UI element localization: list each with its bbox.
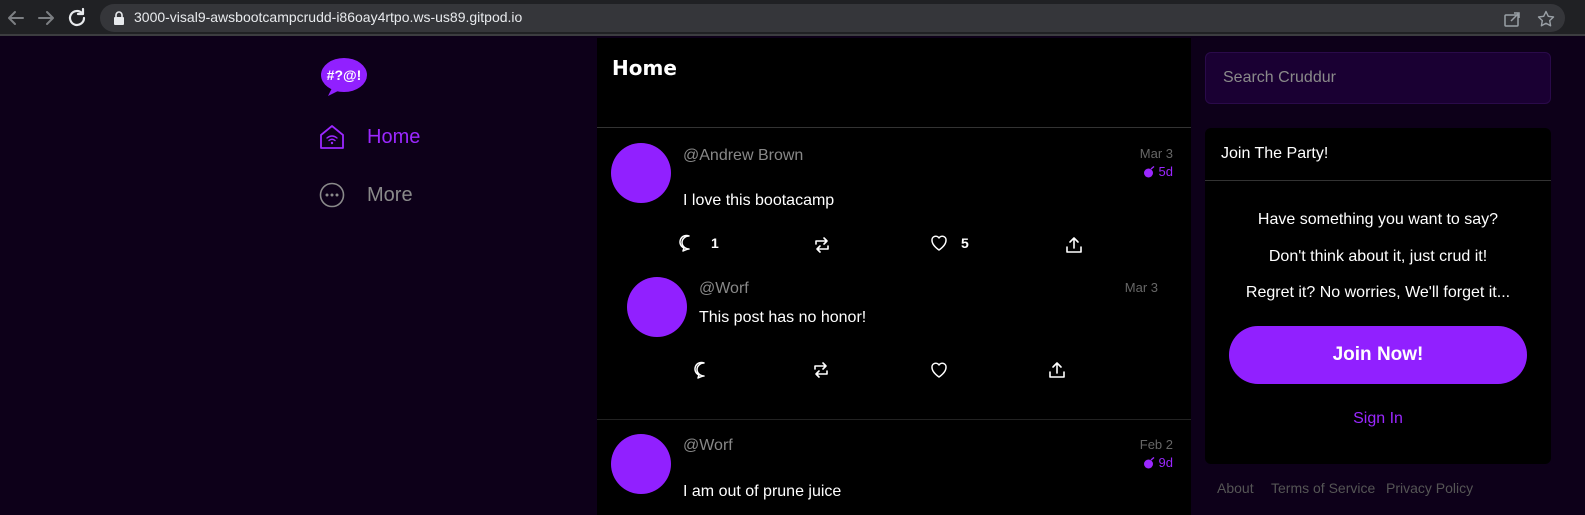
footer-terms-link[interactable]: Terms of Service xyxy=(1271,480,1375,496)
reply-avatar[interactable] xyxy=(627,277,687,337)
feed-header: Home xyxy=(597,38,1191,128)
post-message: I love this bootacamp xyxy=(683,192,835,209)
address-bar[interactable]: 3000-visal9-awsbootcampcrudd-i86oay4rtpo… xyxy=(100,4,1565,32)
cruddur-logo[interactable]: #?@! xyxy=(320,56,368,96)
avatar[interactable] xyxy=(611,434,671,494)
post-date: Feb 2 xyxy=(1139,437,1173,452)
nav-more-label: More xyxy=(367,183,413,206)
reply-date: Mar 3 xyxy=(1124,280,1158,295)
reply-count: 1 xyxy=(711,235,719,251)
sign-in-link[interactable]: Sign In xyxy=(1205,410,1551,428)
reply-button[interactable]: 1 xyxy=(679,233,719,253)
post-expiry: 9d xyxy=(1143,455,1173,470)
post-expiry-label: 5d xyxy=(1158,164,1173,179)
join-now-button[interactable]: Join Now! xyxy=(1229,326,1527,384)
share-button[interactable] xyxy=(1064,235,1084,255)
join-party-panel: Join The Party! Have something you want … xyxy=(1205,128,1551,464)
post-expiry-label: 9d xyxy=(1158,455,1173,470)
heart-icon xyxy=(931,362,947,378)
bomb-icon xyxy=(1143,165,1154,177)
logo-text: #?@! xyxy=(327,67,362,83)
party-line-1: Have something you want to say? xyxy=(1257,211,1499,228)
repost-icon xyxy=(814,362,828,378)
reply-repost-button[interactable] xyxy=(811,360,831,380)
search-box[interactable] xyxy=(1205,52,1551,104)
post-expiry: 5d xyxy=(1143,164,1173,179)
browser-chrome: 3000-visal9-awsbootcampcrudd-i86oay4rtpo… xyxy=(0,0,1585,36)
like-count: 5 xyxy=(961,235,969,251)
share-icon xyxy=(1049,362,1065,378)
nav-home-label: Home xyxy=(367,125,421,148)
nav-more[interactable]: More xyxy=(319,182,413,208)
url-text: 3000-visal9-awsbootcampcrudd-i86oay4rtpo… xyxy=(134,9,523,25)
footer-privacy-link[interactable]: Privacy Policy xyxy=(1386,480,1473,496)
post-handle[interactable]: @Worf xyxy=(683,437,733,455)
feed: Home @Andrew Brown Mar 3 5d I love this … xyxy=(597,38,1191,515)
avatar[interactable] xyxy=(611,143,671,203)
repost-icon xyxy=(815,237,829,253)
reply-reply-button[interactable] xyxy=(694,360,714,380)
heart-icon xyxy=(931,235,947,251)
forward-arrow-icon[interactable] xyxy=(34,6,58,30)
lock-icon xyxy=(114,11,124,25)
footer-about-link[interactable]: About xyxy=(1217,480,1254,496)
reply-icon xyxy=(679,234,690,252)
reply-like-button[interactable] xyxy=(929,360,949,380)
share-icon xyxy=(1066,237,1082,253)
page-title: Home xyxy=(612,56,677,80)
reload-icon[interactable] xyxy=(65,6,89,30)
bookmark-star-icon[interactable] xyxy=(1537,10,1555,28)
party-line-3: Regret it? No worries, We'll forget it..… xyxy=(1245,284,1511,301)
app-root: #?@! Home More Home @Andrew Brown Mar 3 xyxy=(0,38,1585,515)
nav-home[interactable]: Home xyxy=(319,124,420,150)
search-input[interactable] xyxy=(1206,53,1550,103)
reply-message: This post has no honor! xyxy=(699,309,867,326)
like-button[interactable]: 5 xyxy=(929,233,969,253)
post-message: I am out of prune juice xyxy=(683,483,842,500)
party-line-2: Don't think about it, just crud it! xyxy=(1268,248,1488,265)
more-dots-icon xyxy=(319,182,345,208)
share-icon[interactable] xyxy=(1503,10,1521,28)
bomb-icon xyxy=(1143,456,1154,468)
reply-share-button[interactable] xyxy=(1047,360,1067,380)
reply-icon xyxy=(694,361,705,379)
post-card[interactable]: @Worf Feb 2 9d I am out of prune juice xyxy=(597,420,1191,515)
repost-button[interactable] xyxy=(812,235,832,255)
post-card[interactable]: @Andrew Brown Mar 3 5d I love this boota… xyxy=(597,129,1191,419)
post-date: Mar 3 xyxy=(1139,146,1173,161)
reply-handle[interactable]: @Worf xyxy=(699,280,749,298)
post-handle[interactable]: @Andrew Brown xyxy=(683,147,803,165)
join-party-title: Join The Party! xyxy=(1205,128,1551,181)
back-arrow-icon[interactable] xyxy=(4,6,28,30)
home-icon xyxy=(320,125,344,149)
